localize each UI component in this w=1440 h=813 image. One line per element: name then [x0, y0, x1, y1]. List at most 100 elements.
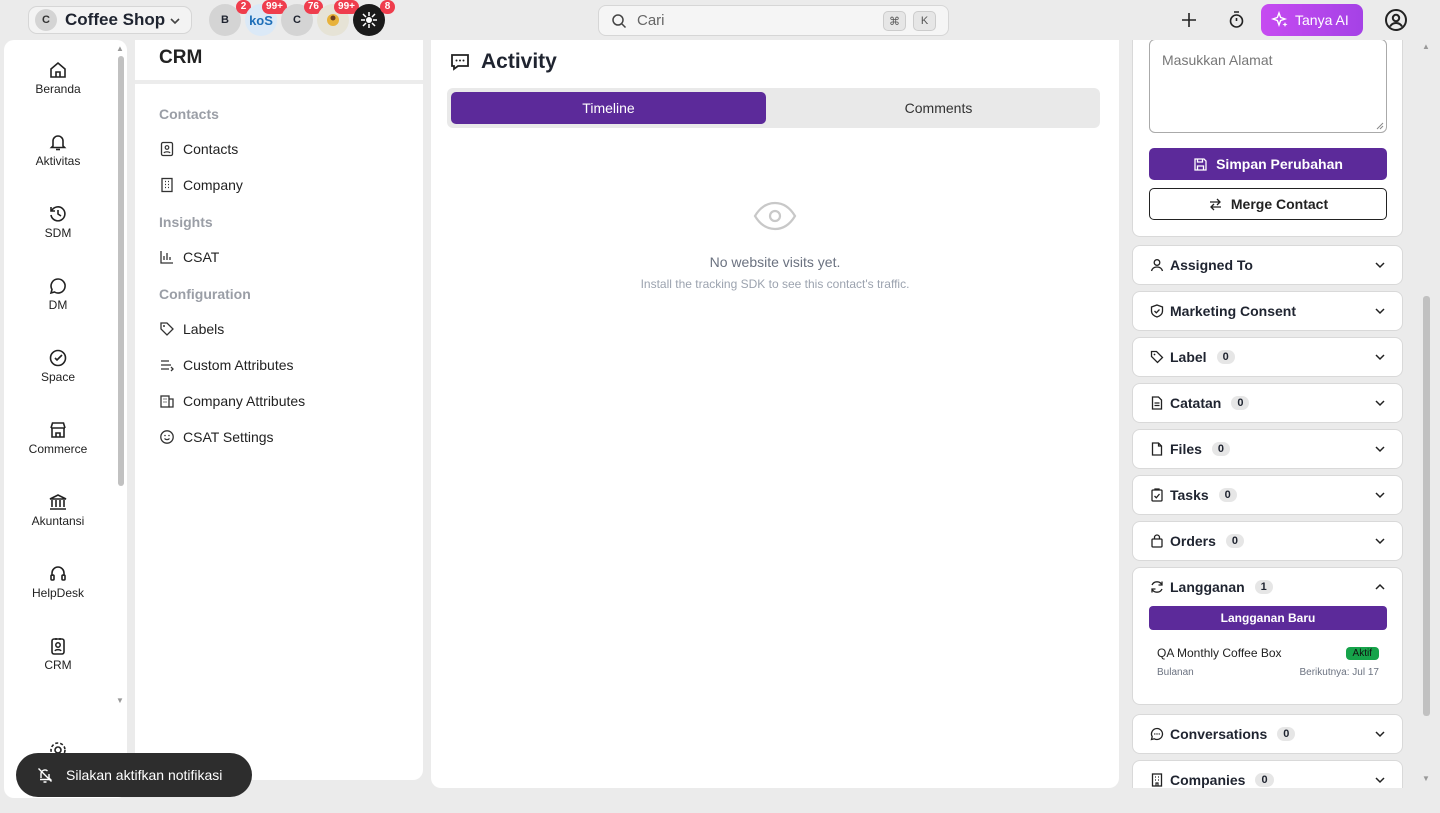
building-icon	[1151, 773, 1163, 787]
timer-icon[interactable]	[1227, 10, 1246, 29]
workspace-avatar-2[interactable]: koS 99+	[245, 0, 287, 36]
nav-label: SDM	[44, 226, 72, 240]
chevron-down-icon	[1375, 354, 1385, 361]
user-profile-icon[interactable]	[1384, 8, 1408, 32]
panel-companies[interactable]: Companies 0	[1132, 760, 1403, 788]
langganan-header[interactable]: Langganan 1	[1133, 568, 1402, 606]
crm-sidebar: CRM Contacts Contacts Company Insights C…	[135, 40, 423, 780]
workspace-avatar-5[interactable]: 8	[353, 0, 395, 36]
nav-space[interactable]: Space	[4, 348, 112, 384]
details-scroll-up-arrow[interactable]: ▲	[1422, 42, 1430, 51]
crm-item-company-attributes[interactable]: Company Attributes	[159, 393, 305, 409]
chevron-up-icon	[1375, 583, 1385, 590]
bell-icon	[49, 135, 67, 151]
building-list-icon	[160, 395, 174, 408]
panel-label[interactable]: Label 0	[1132, 337, 1403, 377]
workspace-avatar-1[interactable]: B 2	[209, 0, 251, 36]
section-heading-configuration: Configuration	[159, 286, 251, 302]
user-icon	[1150, 259, 1164, 272]
nav-helpdesk[interactable]: HelpDesk	[4, 564, 112, 600]
new-subscription-button[interactable]: Langganan Baru	[1149, 606, 1387, 630]
scroll-down-arrow[interactable]: ▼	[116, 696, 124, 705]
count-badge: 0	[1225, 534, 1245, 548]
details-scrollbar[interactable]	[1423, 296, 1430, 716]
crm-item-labels[interactable]: Labels	[159, 321, 224, 337]
tab-comments[interactable]: Comments	[781, 92, 1096, 124]
notification-toast[interactable]: Silakan aktifkan notifikasi	[16, 753, 252, 797]
nav-dm[interactable]: DM	[4, 276, 112, 312]
nav-label: HelpDesk	[31, 586, 85, 600]
panel-label: Assigned To	[1170, 257, 1253, 273]
merge-contact-button[interactable]: Merge Contact	[1149, 188, 1387, 220]
save-icon	[1194, 157, 1207, 171]
chevron-down-icon	[1375, 538, 1385, 545]
search-bar[interactable]: Cari ⌘ K	[598, 5, 949, 36]
panel-conversations[interactable]: Conversations 0	[1132, 714, 1403, 754]
workspace-avatar-3[interactable]: C 76	[281, 0, 323, 36]
empty-state-title: No website visits yet.	[709, 254, 841, 270]
tab-timeline[interactable]: Timeline	[451, 92, 766, 124]
panel-label: Orders	[1170, 533, 1216, 549]
subscription-plan[interactable]: QA Monthly Coffee Box	[1157, 646, 1282, 660]
shortcut-key-cmd: ⌘	[883, 11, 906, 31]
crm-item-label: Company	[183, 177, 243, 193]
building-icon	[161, 177, 173, 193]
nav-beranda[interactable]: Beranda	[4, 60, 112, 96]
panel-catatan[interactable]: Catatan 0	[1132, 383, 1403, 423]
count-badge: 0	[1231, 396, 1250, 410]
workspace-avatar: C	[35, 9, 57, 31]
panel-label: Label	[1170, 349, 1207, 365]
activity-panel: Activity Timeline Comments No website vi…	[431, 40, 1119, 788]
save-changes-button[interactable]: Simpan Perubahan	[1149, 148, 1387, 180]
panel-label: Conversations	[1170, 726, 1268, 742]
panel-orders[interactable]: Orders 0	[1132, 521, 1403, 561]
save-label: Simpan Perubahan	[1216, 156, 1343, 172]
sparkle-icon	[1271, 11, 1288, 28]
search-icon	[612, 13, 627, 28]
scroll-up-arrow[interactable]: ▲	[116, 44, 124, 53]
headset-icon	[50, 566, 66, 581]
address-textarea[interactable]: Masukkan Alamat	[1149, 40, 1387, 133]
address-placeholder: Masukkan Alamat	[1162, 52, 1273, 68]
workspace-switcher[interactable]: C Coffee Shop	[28, 6, 192, 34]
notification-badge: 8	[380, 0, 395, 14]
toast-message: Silakan aktifkan notifikasi	[66, 767, 223, 783]
section-heading-contacts: Contacts	[159, 106, 219, 122]
merge-label: Merge Contact	[1230, 196, 1329, 212]
panel-label: Langganan	[1170, 579, 1245, 595]
panel-files[interactable]: Files 0	[1132, 429, 1403, 469]
crm-item-label: Labels	[183, 321, 225, 337]
nav-label: Aktivitas	[35, 154, 81, 168]
crm-item-contacts[interactable]: Contacts	[159, 141, 238, 157]
contact-card-icon	[51, 638, 65, 655]
nav-crm[interactable]: CRM	[4, 636, 112, 672]
contact-form-card: Masukkan Alamat Simpan Perubahan Merge C…	[1132, 40, 1403, 237]
resize-handle-icon[interactable]	[1376, 122, 1384, 130]
panel-assigned-to[interactable]: Assigned To	[1132, 245, 1403, 285]
nav-commerce[interactable]: Commerce	[4, 420, 112, 456]
nav-label: DM	[48, 298, 68, 312]
rail-scrollbar[interactable]	[118, 56, 124, 486]
nav-aktivitas[interactable]: Aktivitas	[4, 132, 112, 168]
panel-langganan: Langganan 1 Langganan Baru QA Monthly Co…	[1132, 567, 1403, 705]
chat-icon	[49, 278, 66, 295]
workspace-name: Coffee Shop	[65, 10, 166, 29]
details-scroll-down-arrow[interactable]: ▼	[1422, 774, 1430, 783]
panel-label: Catatan	[1170, 395, 1222, 411]
crm-item-custom-attributes[interactable]: Custom Attributes	[159, 357, 294, 373]
ask-ai-button[interactable]: Tanya AI	[1261, 4, 1363, 36]
nav-sdm[interactable]: SDM	[4, 204, 112, 240]
crm-item-csat-settings[interactable]: CSAT Settings	[159, 429, 274, 445]
chat-icon	[1150, 727, 1164, 741]
panel-tasks[interactable]: Tasks 0	[1132, 475, 1403, 515]
workspace-avatar-4[interactable]: 99+	[317, 0, 359, 36]
crm-item-company[interactable]: Company	[159, 177, 243, 193]
chevron-down-icon	[1375, 308, 1385, 315]
bell-off-icon	[38, 768, 53, 783]
panel-marketing-consent[interactable]: Marketing Consent	[1132, 291, 1403, 331]
nav-akuntansi[interactable]: Akuntansi	[4, 492, 112, 528]
shield-check-icon	[1150, 304, 1164, 318]
chevron-down-icon	[1375, 731, 1385, 738]
crm-item-csat[interactable]: CSAT	[159, 249, 219, 265]
plus-icon[interactable]	[1180, 11, 1198, 29]
